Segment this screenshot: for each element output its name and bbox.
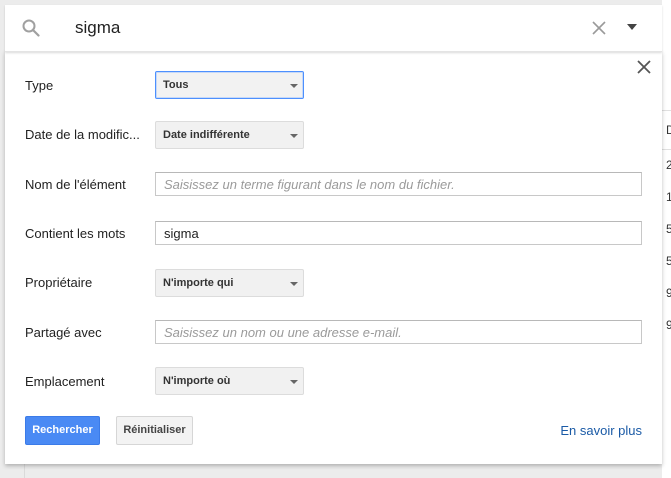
contains-words-input[interactable] bbox=[155, 221, 642, 245]
type-label: Type bbox=[25, 78, 54, 93]
location-label: Emplacement bbox=[25, 374, 105, 389]
chevron-down-icon bbox=[290, 380, 298, 384]
background-cell: 1 bbox=[666, 190, 671, 204]
background-header-letter: D bbox=[666, 123, 671, 137]
item-name-input[interactable] bbox=[155, 172, 642, 196]
type-select[interactable]: Tous bbox=[155, 71, 304, 99]
background-cell: 9 bbox=[666, 318, 671, 332]
chevron-down-icon bbox=[290, 134, 298, 138]
close-icon[interactable] bbox=[636, 59, 652, 75]
owner-label: Propriétaire bbox=[25, 275, 93, 290]
search-bar: sigma bbox=[5, 5, 662, 52]
shared-with-label: Partagé avec bbox=[25, 325, 102, 340]
background-cell: 2 bbox=[666, 158, 671, 172]
location-select-value: N'importe où bbox=[163, 375, 231, 387]
background-divider bbox=[24, 464, 25, 478]
date-select-value: Date indifférente bbox=[163, 129, 250, 141]
date-select[interactable]: Date indifférente bbox=[155, 121, 304, 149]
location-select[interactable]: N'importe où bbox=[155, 367, 304, 395]
type-select-value: Tous bbox=[163, 79, 189, 91]
background-cell: 5 bbox=[666, 254, 671, 268]
learn-more-link[interactable]: En savoir plus bbox=[560, 423, 642, 438]
date-label: Date de la modific... bbox=[25, 127, 140, 142]
reset-button[interactable]: Réinitialiser bbox=[116, 416, 193, 445]
search-icon[interactable] bbox=[22, 19, 40, 37]
contains-words-label: Contient les mots bbox=[25, 226, 126, 241]
advanced-search-panel: Type Tous Date de la modific... Date ind… bbox=[5, 51, 662, 464]
search-button[interactable]: Rechercher bbox=[25, 416, 100, 445]
item-name-label: Nom de l'élément bbox=[25, 177, 126, 192]
search-input[interactable]: sigma bbox=[75, 17, 120, 39]
background-file-list bbox=[662, 0, 671, 478]
background-cell: 9 bbox=[666, 286, 671, 300]
chevron-down-icon bbox=[290, 84, 298, 88]
caret-down-icon[interactable] bbox=[627, 24, 637, 30]
background-cell: 5 bbox=[666, 222, 671, 236]
shared-with-input[interactable] bbox=[155, 320, 642, 344]
chevron-down-icon bbox=[290, 282, 298, 286]
clear-search-icon[interactable] bbox=[590, 19, 608, 37]
owner-select[interactable]: N'importe qui bbox=[155, 269, 304, 297]
owner-select-value: N'importe qui bbox=[163, 277, 234, 289]
